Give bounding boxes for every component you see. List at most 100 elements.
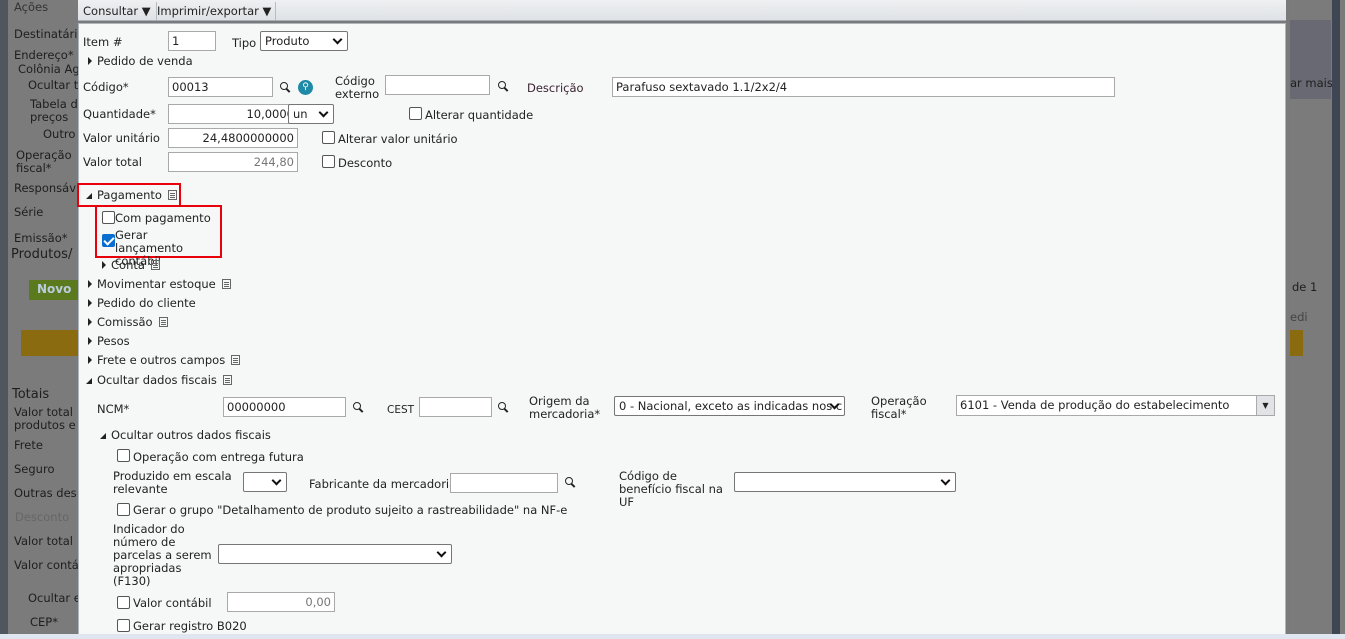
valor-contabil-checkbox[interactable] xyxy=(117,596,130,609)
bg-label: Valor total xyxy=(14,405,73,419)
section-label: Pedido do cliente xyxy=(97,296,196,310)
cest-input[interactable] xyxy=(419,397,492,417)
bg-label: Colônia Ag xyxy=(18,62,80,76)
codigo-label: Código* xyxy=(83,80,129,94)
bg-label: Operação xyxy=(16,148,72,162)
section-label: Comissão xyxy=(97,315,153,329)
expand-icon xyxy=(88,57,92,65)
collapse-icon xyxy=(100,433,106,439)
ncm-label: NCM* xyxy=(97,402,130,416)
alterar-quantidade-checkbox[interactable] xyxy=(409,107,422,120)
expand-icon xyxy=(88,337,92,345)
consultar-menu[interactable]: Consultar ▼ xyxy=(78,2,157,20)
tipo-select[interactable]: Produto xyxy=(260,31,348,51)
conta-label: Conta xyxy=(111,258,145,272)
bg-label: Seguro xyxy=(14,462,55,476)
document-icon xyxy=(167,190,177,200)
fabricante-label: Fabricante da mercadoria xyxy=(309,477,457,491)
codigo-externo-input[interactable] xyxy=(385,75,490,95)
beneficio-label: Código de benefício fiscal na UF xyxy=(619,469,723,509)
ncm-input[interactable]: 00000000 xyxy=(223,397,346,417)
search-icon[interactable] xyxy=(280,82,290,92)
bg-label: Outras des xyxy=(14,486,77,500)
desconto-checkbox[interactable] xyxy=(322,155,335,168)
search-icon[interactable] xyxy=(498,81,508,91)
bg-label: Responsáv xyxy=(14,181,77,195)
dropdown-arrow-icon[interactable]: ▼ xyxy=(1256,396,1274,415)
bg-label: Emissão* xyxy=(14,231,68,245)
descricao-label: Descrição xyxy=(527,81,584,95)
item-input[interactable]: 1 xyxy=(168,31,216,51)
tipo-label: Tipo xyxy=(232,36,257,50)
valor-contabil-input: 0,00 xyxy=(227,592,335,612)
pesos-toggle[interactable]: Pesos xyxy=(88,334,130,348)
unidade-select[interactable]: un xyxy=(288,104,334,124)
search-icon[interactable] xyxy=(498,402,508,412)
bg-label: Ocultar t xyxy=(28,78,79,92)
imprimir-label: Imprimir/exportar xyxy=(157,4,259,18)
caret-down-icon: ▼ xyxy=(141,4,151,18)
outros-dados-label: Ocultar outros dados fiscais xyxy=(111,428,271,442)
bg-label: ar mais xyxy=(1290,76,1333,90)
bg-new-button: Novo xyxy=(29,280,79,300)
com-pagamento-checkbox[interactable] xyxy=(102,211,115,224)
section-label: Movimentar estoque xyxy=(97,277,216,291)
comissao-toggle[interactable]: Comissão xyxy=(88,315,168,329)
rastreabilidade-checkbox[interactable] xyxy=(117,503,130,516)
bg-label: Desconto xyxy=(15,510,70,524)
quantidade-input[interactable]: 10,0000 xyxy=(168,104,298,124)
b020-checkbox[interactable] xyxy=(117,619,130,632)
imprimir-menu[interactable]: Imprimir/exportar ▼ xyxy=(153,2,277,20)
expand-icon xyxy=(88,356,92,364)
bg-row xyxy=(21,330,78,356)
bg-label: Frete xyxy=(14,438,43,452)
pedido-cliente-toggle[interactable]: Pedido do cliente xyxy=(88,296,196,310)
pagamento-toggle[interactable]: Pagamento xyxy=(86,188,177,202)
section-label: Ocultar dados fiscais xyxy=(97,373,217,387)
document-icon xyxy=(158,317,168,327)
bg-label: CEP* xyxy=(30,615,58,629)
fabricante-input[interactable] xyxy=(450,473,558,493)
bg-label: Totais xyxy=(12,387,50,402)
pagamento-label: Pagamento xyxy=(97,188,162,202)
alterar-valor-unitario-label: Alterar valor unitário xyxy=(338,132,458,146)
alterar-valor-unitario-checkbox[interactable] xyxy=(322,131,335,144)
codigo-input[interactable]: 00013 xyxy=(168,77,273,97)
beneficio-select[interactable] xyxy=(734,472,956,492)
consultar-label: Consultar xyxy=(83,4,139,18)
search-icon[interactable] xyxy=(353,402,363,412)
search-icon[interactable] xyxy=(565,477,575,487)
movimentar-estoque-toggle[interactable]: Movimentar estoque xyxy=(88,277,231,291)
origem-label: Origem da mercadoria* xyxy=(529,394,601,421)
desconto-label: Desconto xyxy=(338,156,393,170)
operacao-fiscal-value: 6101 - Venda de produção do estabelecime… xyxy=(960,398,1230,412)
valor-unitario-input[interactable]: 24,4800000000 xyxy=(168,128,298,148)
valor-total-label: Valor total xyxy=(83,155,142,169)
descricao-input[interactable]: Parafuso sextavado 1.1/2x2/4 xyxy=(612,77,1115,97)
lookup-icon[interactable]: ⚲ xyxy=(298,80,313,95)
frete-toggle[interactable]: Frete e outros campos xyxy=(88,353,241,367)
escala-select[interactable] xyxy=(243,472,287,492)
pedido-venda-label: Pedido de venda xyxy=(97,54,193,68)
cest-label: CEST xyxy=(387,404,415,416)
entrega-futura-checkbox[interactable] xyxy=(117,449,130,462)
quantidade-label: Quantidade* xyxy=(83,107,156,121)
pedido-venda-toggle[interactable]: Pedido de venda xyxy=(88,54,193,68)
expand-icon xyxy=(88,318,92,326)
conta-toggle[interactable]: Conta xyxy=(102,258,160,272)
indicador-select[interactable] xyxy=(218,544,452,564)
com-pagamento-label: Com pagamento xyxy=(115,211,211,225)
operacao-fiscal-combo[interactable]: 6101 - Venda de produção do estabelecime… xyxy=(956,395,1275,416)
origem-select[interactable]: 0 - Nacional, exceto as indicadas nos c xyxy=(614,396,845,416)
gerar-lancamento-checkbox[interactable] xyxy=(102,234,115,247)
outros-dados-toggle[interactable]: Ocultar outros dados fiscais xyxy=(100,428,271,442)
bg-label: de 1 xyxy=(1292,280,1318,294)
valor-contabil-label: Valor contábil xyxy=(133,596,212,610)
dados-fiscais-toggle[interactable]: Ocultar dados fiscais xyxy=(86,373,232,387)
bg-label: edi xyxy=(1290,310,1308,324)
bg-label: Outro xyxy=(43,127,76,141)
bg-scroll xyxy=(1332,0,1340,639)
bottom-strip xyxy=(0,634,1345,639)
valor-unitario-label: Valor unitário xyxy=(83,131,160,145)
rastreabilidade-label: Gerar o grupo "Detalhamento de produto s… xyxy=(133,503,568,517)
